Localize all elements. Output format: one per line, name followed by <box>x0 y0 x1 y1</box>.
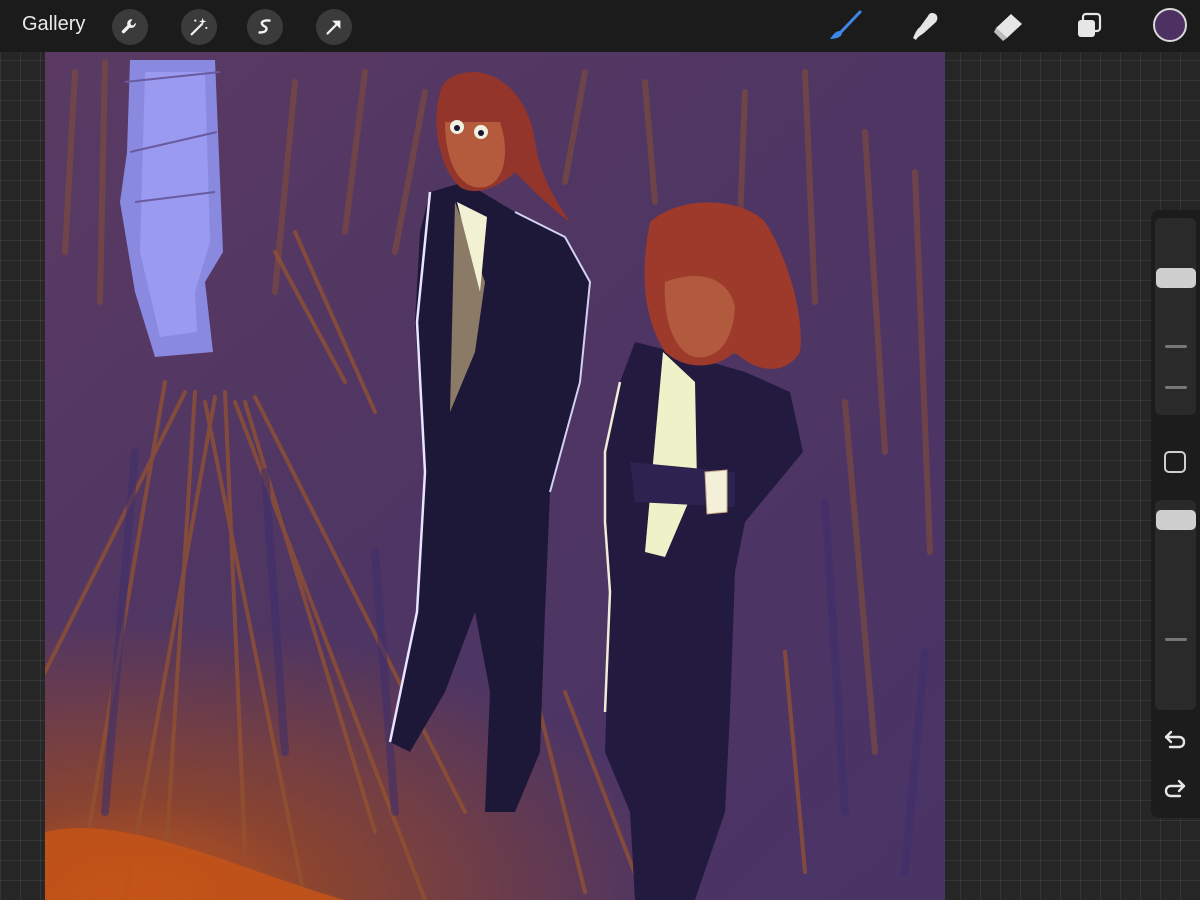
transform-button[interactable] <box>316 9 352 45</box>
opacity-slider[interactable] <box>1155 500 1196 710</box>
gallery-button[interactable]: Gallery <box>22 13 85 36</box>
brush-icon <box>830 10 862 39</box>
redo-icon <box>1164 779 1186 798</box>
eraser-icon <box>994 14 1022 41</box>
color-picker-button[interactable] <box>1153 8 1187 42</box>
undo-button[interactable] <box>1162 727 1188 751</box>
size-slider-tick <box>1165 345 1187 348</box>
size-slider-tick <box>1165 386 1187 389</box>
brush-tool[interactable] <box>825 8 865 44</box>
opacity-thumb[interactable] <box>1156 509 1196 530</box>
selection-icon <box>258 19 271 34</box>
artwork <box>45 52 945 900</box>
modify-button[interactable] <box>1164 451 1186 473</box>
actions-button[interactable] <box>112 9 148 45</box>
magic-wand-icon <box>190 17 208 36</box>
selection-button[interactable] <box>247 9 283 45</box>
opacity-slider-tick <box>1165 638 1187 641</box>
eraser-tool[interactable] <box>988 8 1028 44</box>
top-toolbar: Gallery <box>0 0 1200 52</box>
brush-size-thumb[interactable] <box>1156 267 1196 288</box>
redo-button[interactable] <box>1162 776 1188 800</box>
wrench-icon <box>121 19 136 34</box>
adjustments-button[interactable] <box>181 9 217 45</box>
layers-button[interactable] <box>1069 8 1109 44</box>
undo-icon <box>1164 730 1186 749</box>
layers-icon <box>1078 12 1102 37</box>
smudge-icon <box>913 13 938 40</box>
transform-arrow-icon <box>326 20 341 35</box>
drawing-canvas[interactable] <box>45 52 945 900</box>
smudge-tool[interactable] <box>905 8 945 44</box>
